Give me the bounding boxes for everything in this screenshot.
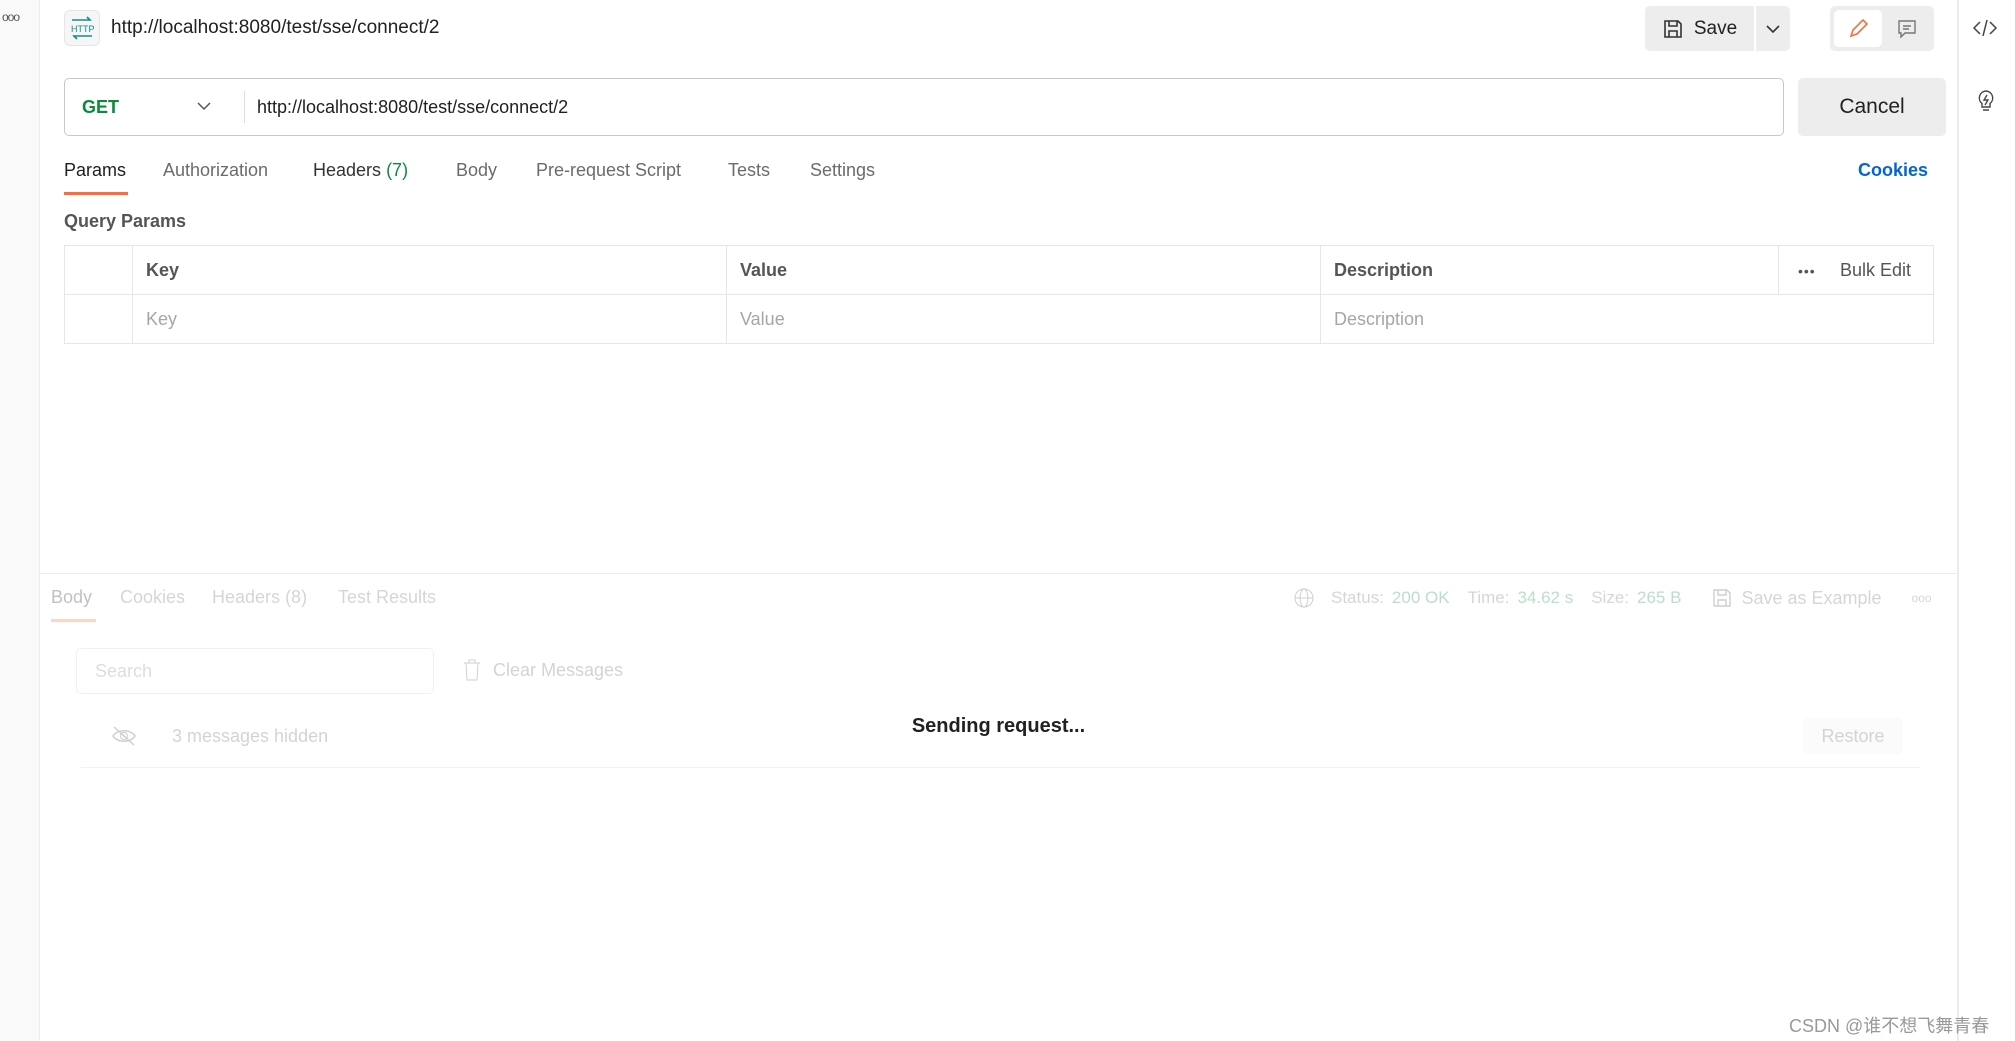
size-value[interactable]: 265 B (1637, 588, 1681, 608)
trash-icon (464, 659, 480, 681)
time-value[interactable]: 34.62 s (1517, 588, 1573, 608)
time-label: Time: (1467, 588, 1510, 607)
clear-messages-button[interactable]: Clear Messages (463, 659, 623, 681)
response-tab-cookies[interactable]: Cookies (120, 587, 185, 608)
save-as-example-button[interactable]: Save as Example (1741, 588, 1881, 609)
watermark: CSDN @谁不想飞舞青春 (1789, 1016, 1990, 1036)
clear-messages-label: Clear Messages (493, 659, 624, 680)
more-icon[interactable]: ooo (1912, 591, 1932, 605)
code-icon[interactable] (1972, 18, 1998, 38)
response-headers-label: Headers (212, 587, 281, 607)
response-tab-body[interactable]: Body (51, 587, 92, 608)
lightbulb-icon[interactable] (1974, 88, 1998, 114)
right-sidebar (1957, 0, 2015, 1041)
response-tab-test-results[interactable]: Test Results (338, 587, 436, 608)
search-input[interactable]: Search (76, 648, 434, 694)
status-label: Status: (1331, 588, 1384, 607)
status-value[interactable]: 200 OK (1392, 588, 1450, 608)
response-pane: Body Cookies Headers (8) Test Results St… (0, 0, 1957, 1041)
size-label: Size: (1591, 588, 1630, 607)
response-meta: Status: 200 OK Time: 34.62 s Size: 265 B Sa… (1293, 587, 1932, 609)
response-headers-count: (8) (285, 587, 308, 607)
response-tab-headers[interactable]: Headers (8) (212, 587, 307, 608)
sending-request-text: Sending request... (911, 715, 1086, 737)
save-icon (1713, 589, 1732, 607)
globe-icon[interactable] (1293, 587, 1315, 609)
